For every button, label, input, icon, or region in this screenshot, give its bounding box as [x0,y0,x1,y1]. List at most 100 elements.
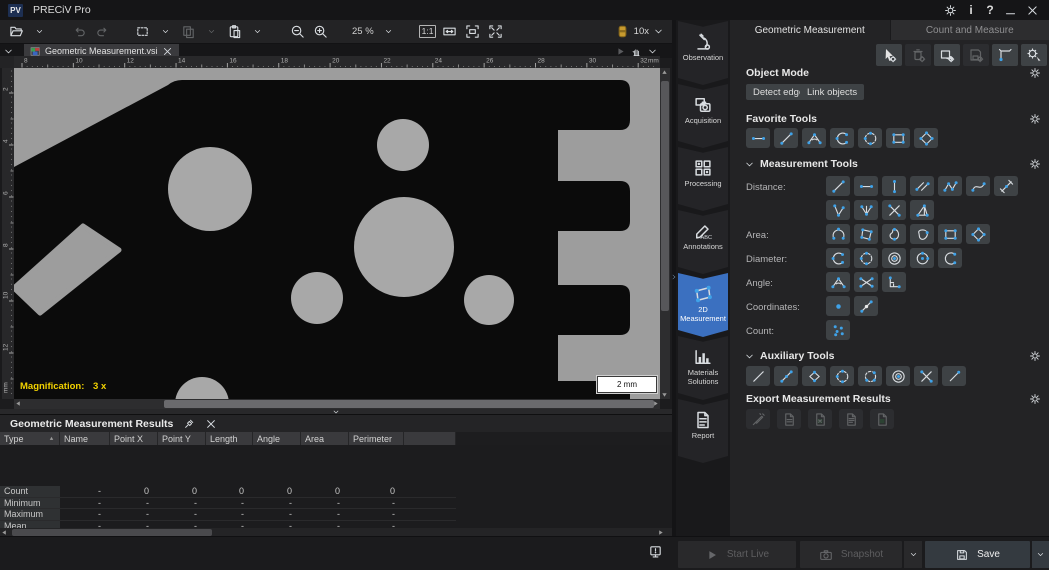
line-horizontal-tool-button[interactable] [746,128,770,148]
line-diagonal-tool-button[interactable] [826,176,850,196]
right-angle-tool-button[interactable] [882,272,906,292]
rectangle-tool-button[interactable] [886,128,910,148]
column-header-length[interactable]: Length [206,432,253,445]
sidebar-item-report[interactable]: Report [678,399,728,463]
sidebar-item-observation[interactable]: Observation [678,21,728,85]
minimize-button[interactable] [1004,4,1017,17]
zoom-out-button[interactable] [287,22,307,42]
line-horizontal-tool-button[interactable] [854,176,878,196]
column-header-angle[interactable]: Angle [253,432,301,445]
perpendicular-lines-tool-button[interactable] [854,200,878,220]
close-button[interactable] [1026,4,1039,17]
gear-icon[interactable] [1029,350,1041,362]
open-file-button[interactable] [6,22,26,42]
pan-hand-icon[interactable] [631,46,642,57]
arc-area-tool-button[interactable] [826,224,850,244]
results-panel-toggle[interactable] [648,544,663,559]
point-on-line-tool-button[interactable] [854,296,878,316]
tab-geometric-measurement[interactable]: Geometric Measurement [730,20,890,40]
open-file-dropdown[interactable] [29,22,49,42]
column-header-perimeter[interactable]: Perimeter [349,432,404,445]
sidebar-item-2d-measurement[interactable]: 2D Measurement [678,273,728,337]
save-button[interactable]: Save [925,541,1030,568]
help-button[interactable]: ? [985,3,995,17]
pan-tool-dropdown[interactable] [647,46,658,57]
rotated-rect-tool-button[interactable] [966,224,990,244]
chevron-down-icon[interactable] [744,351,755,362]
fit-width-button[interactable] [439,22,459,42]
scale-bar[interactable]: 2 mm [597,376,657,393]
actual-size-button[interactable]: 1:1 [419,25,437,38]
point-to-line-tool-button[interactable] [826,200,850,220]
chevron-down-icon[interactable] [744,159,755,170]
zoom-level-dropdown[interactable] [379,22,399,42]
sidebar-item-processing[interactable]: Processing [678,147,728,211]
start-live-button[interactable]: Start Live [678,541,796,568]
column-header-name[interactable]: Name [60,432,110,445]
column-header-type[interactable]: Type [0,432,60,445]
gear-icon[interactable] [1029,113,1041,125]
fit-selection-button[interactable] [462,22,482,42]
crossing-lines-tool-button[interactable] [914,366,938,386]
circle-dashed-tool-button[interactable] [830,366,854,386]
snapshot-dropdown[interactable] [903,541,922,568]
line-diagonal-tool-button[interactable] [774,128,798,148]
gear-icon[interactable] [1029,158,1041,170]
freeform-area-tool-button[interactable] [910,224,934,244]
scroll-left-icon[interactable] [15,400,22,407]
sidebar-item-acquisition[interactable]: Acquisition [678,84,728,148]
concentric-circles-tool-button[interactable] [886,366,910,386]
results-scroll-thumb[interactable] [12,529,212,536]
thin-line-tool-button[interactable] [942,366,966,386]
settings-gear-icon[interactable] [944,4,957,17]
polyline-tool-button[interactable] [938,176,962,196]
undo-button[interactable] [69,22,89,42]
close-tab-icon[interactable] [162,46,173,57]
zoom-level-value[interactable]: 25 % [350,26,376,37]
scroll-right-icon[interactable] [652,400,659,407]
angle-3pt-tool-button[interactable] [826,272,850,292]
close-results-icon[interactable] [205,418,217,430]
tab-count-and-measure[interactable]: Count and Measure [890,20,1049,40]
angle-3pt-tool-button[interactable] [802,128,826,148]
sidebar-item-annotations[interactable]: ABC Annotations [678,210,728,274]
gear-icon[interactable] [1029,67,1041,79]
polygon-area-tool-button[interactable] [854,224,878,244]
crossing-lines-tool-button[interactable] [882,200,906,220]
info-button[interactable]: i [966,3,976,17]
copy-dropdown[interactable] [201,22,221,42]
circle-3pt-tool-button[interactable] [826,248,850,268]
gear-icon[interactable] [1029,393,1041,405]
objective-selector[interactable]: 10x [615,21,664,41]
circle-3pt-tool-button[interactable] [830,128,854,148]
copy-button[interactable] [178,22,198,42]
snapshot-button[interactable]: Snapshot [800,541,902,568]
tab-list-button[interactable] [3,46,14,57]
zoom-in-button[interactable] [310,22,330,42]
fullscreen-button[interactable] [485,22,505,42]
angle-4pt-tool-button[interactable] [854,272,878,292]
scroll-down-icon[interactable] [661,391,668,398]
scroll-up-icon[interactable] [661,69,668,76]
paste-dropdown[interactable] [247,22,267,42]
rotated-rect-tool-button[interactable] [914,128,938,148]
export-image-tool-button[interactable] [934,44,960,66]
count-points-tool-button[interactable] [826,320,850,340]
image-viewport[interactable]: Magnification: 3 x 2 mm [14,68,660,399]
rectangle-tool-button[interactable] [938,224,962,244]
rotated-rect-small-tool-button[interactable] [802,366,826,386]
spline-area-tool-button[interactable] [882,224,906,244]
select-dropdown[interactable] [155,22,175,42]
save-dropdown[interactable] [1031,541,1049,568]
play-small-icon[interactable] [615,46,626,57]
vertical-scroll-thumb[interactable] [661,81,669,311]
column-header-point-x[interactable]: Point X [110,432,158,445]
measure-line-points-tool-button[interactable] [774,366,798,386]
corner-measure-tool-button[interactable] [992,44,1018,66]
line-vertical-tool-button[interactable] [882,176,906,196]
pin-icon[interactable] [183,418,195,430]
arc-circle-tool-button[interactable] [938,248,962,268]
redo-button[interactable] [92,22,112,42]
concentric-circles-tool-button[interactable] [882,248,906,268]
reference-line-tool-button[interactable] [746,366,770,386]
